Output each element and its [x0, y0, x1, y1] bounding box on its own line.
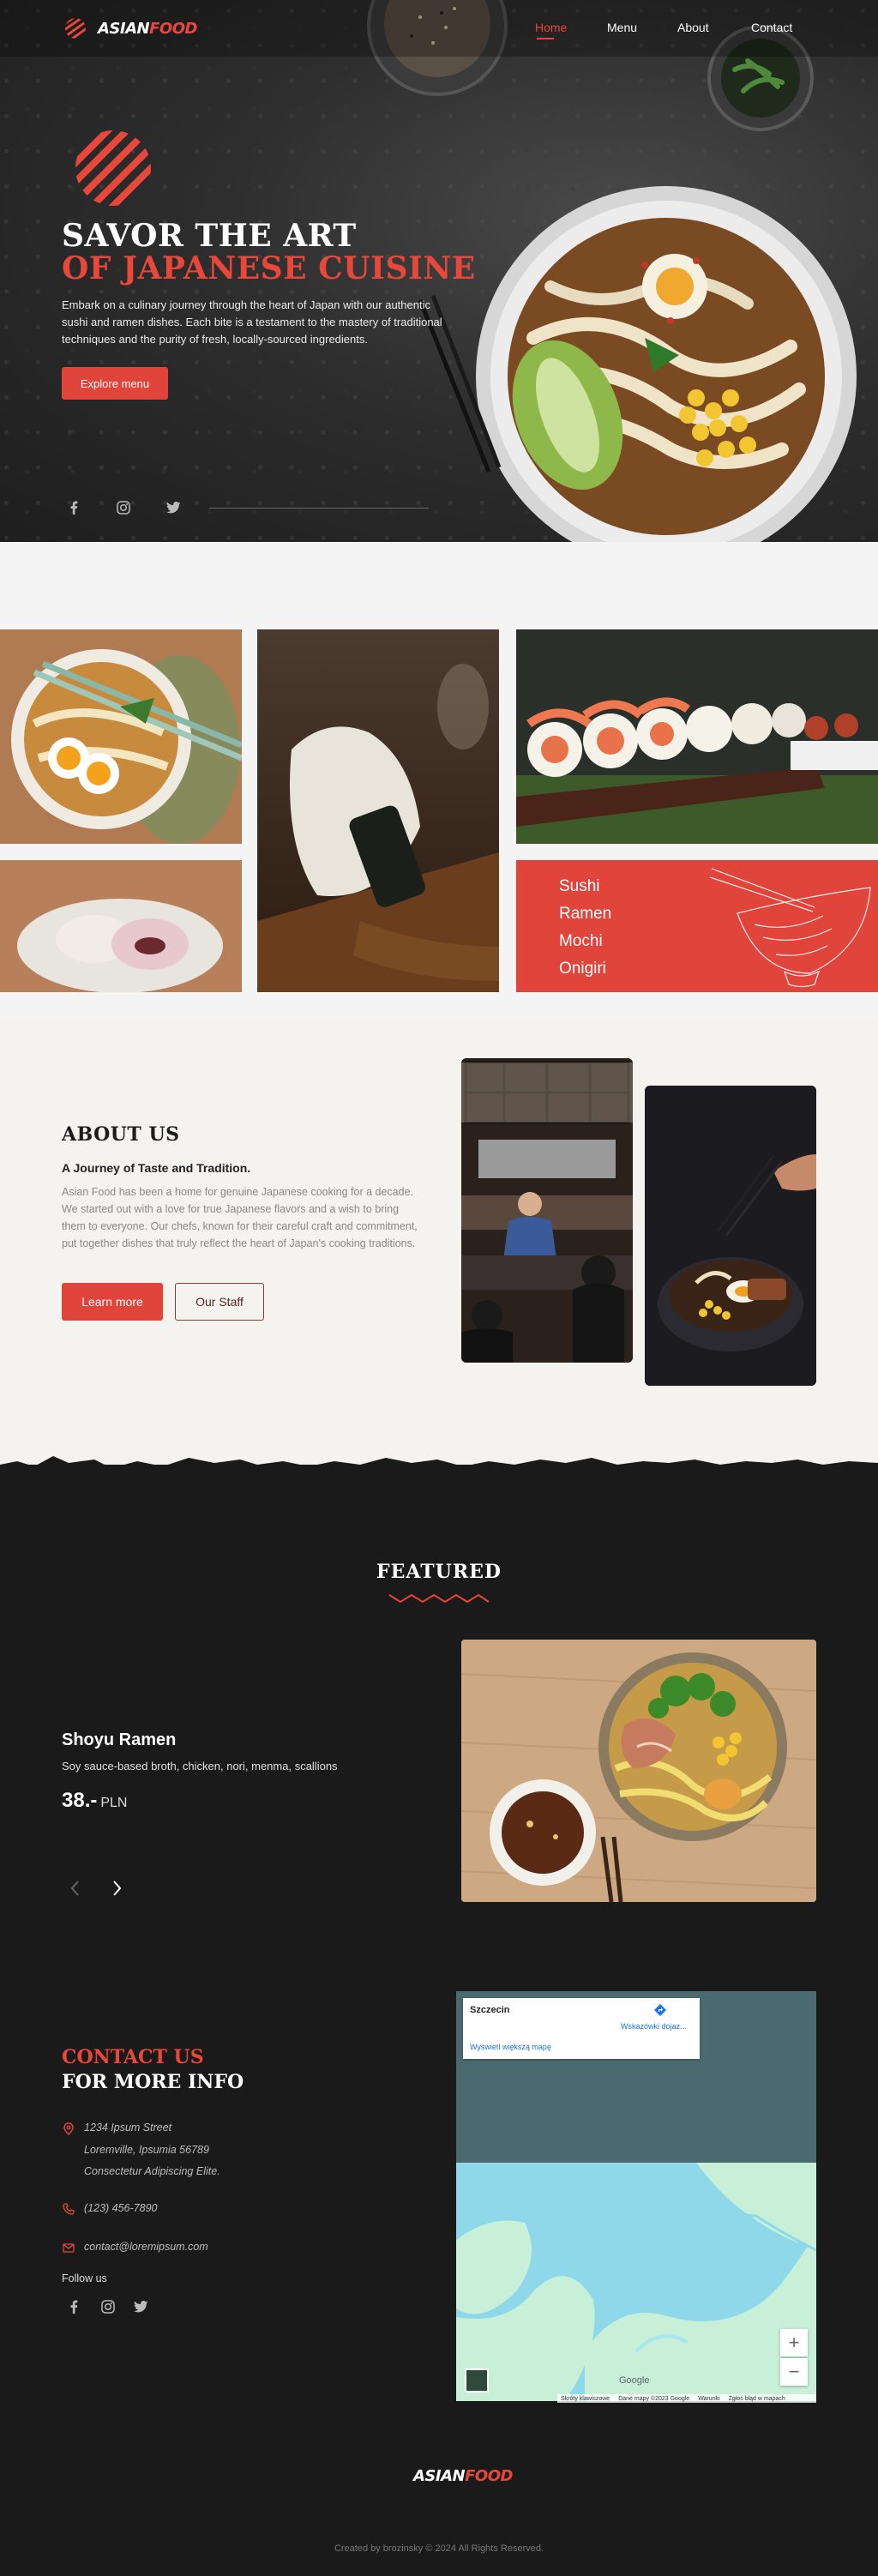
map-footer: Skróty klawiszowe Dane mapy ©2023 Google… [557, 2394, 816, 2403]
address-line2: Loremville, Ipsumia 56789 [84, 2144, 209, 2156]
nav-about[interactable]: About [677, 21, 709, 34]
about-body: Asian Food has been a home for genuine J… [62, 1186, 418, 1249]
footer-logo-word1: ASIAN [413, 2467, 466, 2485]
map-city: Szczecin [470, 2005, 510, 2015]
map-data-credit: Dane mapy ©2023 Google [618, 2395, 690, 2402]
featured-dish-photo [461, 1640, 816, 1902]
hero-title-line2: OF JAPANESE CUISINE [62, 250, 476, 286]
wave-divider-icon [388, 1593, 490, 1604]
address-line1: 1234 Ipsum Street [84, 2122, 172, 2134]
phone-number[interactable]: (123) 456-7890 [84, 2202, 157, 2214]
larger-map-link[interactable]: Wyświetl większą mapę [470, 2043, 551, 2051]
about-ramen-photo [645, 1086, 816, 1386]
nav-active-underline [537, 38, 554, 39]
hero-title-line1: SAVOR THE ART [62, 218, 357, 254]
nav-contact[interactable]: Contact [751, 21, 792, 34]
ramen-bowl-image [476, 186, 857, 542]
zoom-out-button[interactable]: − [780, 2358, 808, 2386]
logo[interactable]: ASIANFOOD [62, 17, 197, 39]
dish-price-value: 38.- [62, 1789, 98, 1812]
map-info-card: Szczecin Wskazówki dojaz... Wyświetl wię… [463, 1998, 700, 2059]
footer-logo-word2: FOOD [465, 2467, 513, 2485]
logo-word2: FOOD [149, 19, 197, 38]
phone-icon [62, 2202, 75, 2216]
facebook-icon[interactable] [65, 2298, 82, 2315]
menu-list: Sushi Ramen Mochi Onigiri [559, 873, 611, 983]
ramen-bowl-outline-icon [709, 868, 871, 988]
footer-logo[interactable]: ASIANFOOD [413, 2467, 513, 2485]
hero-divider [209, 508, 429, 509]
menu-item-ramen[interactable]: Ramen [559, 900, 611, 928]
directions-link[interactable]: Wskazówki dojaz... [621, 2022, 687, 2031]
our-staff-button[interactable]: Our Staff [175, 1283, 264, 1321]
dish-price: 38.- PLN [62, 1789, 127, 1813]
facebook-icon[interactable] [65, 499, 82, 516]
torn-paper-divider [0, 1456, 878, 1484]
gallery-sushi-photo [516, 629, 878, 844]
map-terms[interactable]: Warunki [698, 2396, 719, 2402]
navbar: ASIANFOOD Home Menu About Contact [0, 0, 878, 57]
logo-sun-icon [65, 18, 86, 39]
logo-word1: ASIAN [98, 19, 150, 38]
contact-title: CONTACT US [62, 2046, 204, 2068]
rising-sun-emblem [75, 130, 151, 206]
directions-icon[interactable] [653, 2003, 667, 2021]
zoom-in-button[interactable]: + [780, 2329, 808, 2356]
nav-home[interactable]: Home [535, 21, 567, 34]
gallery-onigiri-photo [257, 629, 499, 992]
contact-subtitle: FOR MORE INFO [62, 2071, 244, 2093]
chevron-right-icon[interactable] [111, 1878, 123, 1903]
map-shortcuts[interactable]: Skróty klawiszowe [561, 2396, 610, 2402]
dish-price-currency: PLN [100, 1796, 128, 1810]
hero-description: Embark on a culinary journey through the… [62, 298, 442, 346]
gallery-mochi-photo [0, 860, 242, 992]
dish-description: Soy sauce-based broth, chicken, nori, me… [62, 1760, 338, 1773]
mail-icon [62, 2241, 75, 2254]
explore-menu-button[interactable]: Explore menu [62, 367, 168, 400]
email-address[interactable]: contact@loremipsum.com [84, 2241, 208, 2253]
follow-us-label: Follow us [62, 2272, 107, 2284]
about-subtitle: A Journey of Taste and Tradition. [62, 1161, 251, 1175]
google-logo: Google [619, 2375, 650, 2386]
menu-item-mochi[interactable]: Mochi [559, 928, 611, 955]
map-layer-toggle[interactable] [465, 2368, 489, 2392]
about-chef-photo [461, 1058, 633, 1363]
copyright-text: Created by brozinsky © 2024 All Rights R… [334, 2543, 544, 2554]
about-title: ABOUT US [62, 1123, 180, 1146]
chevron-left-icon[interactable] [69, 1878, 81, 1903]
menu-item-onigiri[interactable]: Onigiri [559, 955, 611, 983]
instagram-icon[interactable] [115, 499, 132, 516]
twitter-icon[interactable] [132, 2298, 149, 2315]
map-report[interactable]: Zgłoś błąd w mapach [729, 2396, 785, 2402]
location-pin-icon [62, 2122, 75, 2135]
menu-item-sushi[interactable]: Sushi [559, 873, 611, 900]
hero-section: ASIANFOOD Home Menu About Contact SAVOR … [0, 0, 878, 542]
twitter-icon[interactable] [165, 499, 182, 516]
learn-more-button[interactable]: Learn more [62, 1283, 163, 1321]
instagram-icon[interactable] [99, 2298, 117, 2315]
nav-menu[interactable]: Menu [607, 21, 637, 34]
dish-name: Shoyu Ramen [62, 1730, 177, 1749]
address-line3: Consectetur Adipiscing Elite. [84, 2165, 220, 2177]
featured-title: FEATURED [376, 1561, 502, 1583]
gallery-ramen-photo [0, 629, 242, 844]
